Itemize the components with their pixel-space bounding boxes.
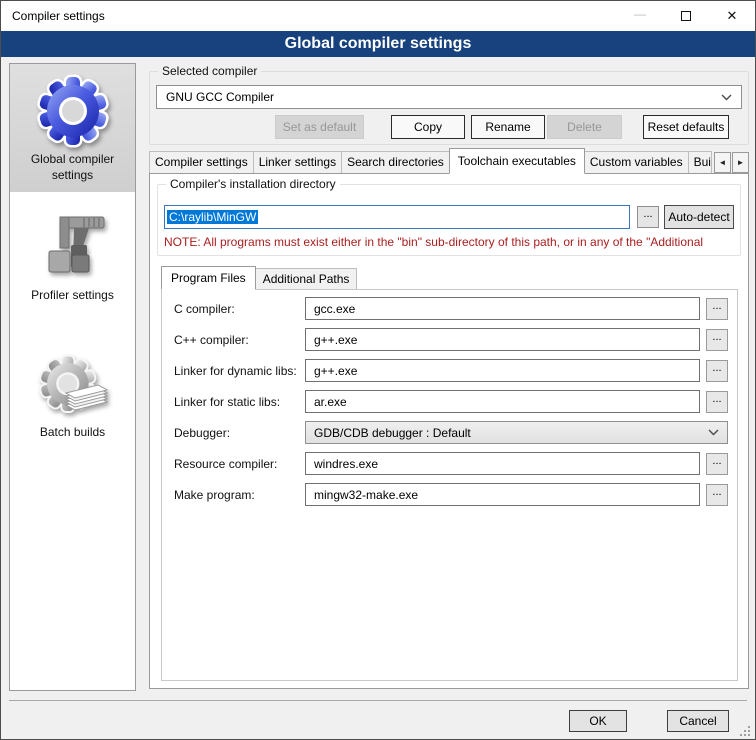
- field-label: Linker for dynamic libs:: [174, 364, 305, 378]
- selected-compiler-group: Selected compiler GNU GCC Compiler Set a…: [149, 71, 749, 145]
- left-arrow-icon: ◄: [719, 158, 727, 167]
- tab-linker-settings[interactable]: Linker settings: [253, 151, 342, 173]
- program-files-page: C compiler: gcc.exe ... C++ compiler: g+…: [161, 289, 738, 681]
- sidebar-item-label: Batch builds: [40, 425, 105, 439]
- page-title: Global compiler settings: [1, 31, 755, 57]
- browse-button[interactable]: ...: [706, 360, 728, 382]
- chevron-down-icon: [708, 429, 719, 436]
- cpp-compiler-input[interactable]: g++.exe: [305, 328, 700, 351]
- chevron-down-icon: [721, 94, 732, 101]
- field-row-static-linker: Linker for static libs: ar.exe ...: [174, 390, 728, 413]
- sidebar-item-batch-builds[interactable]: Batch builds: [10, 337, 135, 450]
- installation-directory-group: Compiler's installation directory C:\ray…: [157, 184, 741, 256]
- toolchain-executables-panel: Compiler's installation directory C:\ray…: [149, 173, 749, 689]
- tab-scroll-buttons: ◄ ►: [714, 152, 749, 173]
- cancel-button[interactable]: Cancel: [667, 710, 729, 732]
- window-title: Compiler settings: [12, 9, 105, 23]
- installation-directory-row: C:\raylib\MinGW ... Auto-detect: [164, 205, 734, 229]
- field-row-debugger: Debugger: GDB/CDB debugger : Default: [174, 421, 728, 444]
- programs-subtabs: Program Files Additional Paths: [161, 265, 738, 289]
- tab-toolchain-executables[interactable]: Toolchain executables: [449, 148, 585, 174]
- programs-notebook: Program Files Additional Paths C compile…: [161, 265, 738, 681]
- field-label: C compiler:: [174, 302, 305, 316]
- browse-button[interactable]: ...: [706, 484, 728, 506]
- subtab-program-files[interactable]: Program Files: [161, 266, 256, 290]
- footer-separator: [9, 700, 747, 701]
- maximize-icon: [681, 11, 691, 21]
- compiler-combobox[interactable]: GNU GCC Compiler: [156, 85, 742, 109]
- sidebar-item-label: Profiler settings: [31, 288, 114, 302]
- field-label: Make program:: [174, 488, 305, 502]
- settings-category-list: Global compiler settings Profiler settin…: [9, 63, 136, 691]
- rename-button[interactable]: Rename: [471, 115, 545, 139]
- browse-directory-button[interactable]: ...: [637, 206, 659, 228]
- set-as-default-button[interactable]: Set as default: [275, 115, 364, 139]
- field-label: Linker for static libs:: [174, 395, 305, 409]
- field-label: C++ compiler:: [174, 333, 305, 347]
- field-label: Debugger:: [174, 426, 305, 440]
- compiler-buttons-row: Set as default Copy Rename Delete Reset …: [156, 115, 742, 139]
- window-controls: — ✕: [617, 1, 755, 31]
- field-row-dynamic-linker: Linker for dynamic libs: g++.exe ...: [174, 359, 728, 382]
- c-compiler-input[interactable]: gcc.exe: [305, 297, 700, 320]
- maximize-button[interactable]: [663, 1, 709, 31]
- compiler-settings-dialog: Compiler settings — ✕ Global compiler se…: [0, 0, 756, 740]
- debugger-select-value: GDB/CDB debugger : Default: [314, 426, 471, 440]
- sidebar-item-profiler-settings[interactable]: Profiler settings: [10, 200, 135, 313]
- close-button[interactable]: ✕: [709, 1, 755, 31]
- caliper-icon: [36, 210, 110, 284]
- subtab-additional-paths[interactable]: Additional Paths: [255, 268, 358, 289]
- installation-directory-input[interactable]: C:\raylib\MinGW: [164, 205, 630, 229]
- note-text: NOTE: All programs must exist either in …: [164, 235, 734, 249]
- footer-buttons: OK Cancel: [569, 710, 729, 732]
- sidebar-item-global-compiler-settings[interactable]: Global compiler settings: [10, 64, 135, 192]
- tab-custom-variables[interactable]: Custom variables: [584, 151, 689, 173]
- resize-grip[interactable]: [740, 726, 742, 728]
- right-arrow-icon: ►: [737, 158, 745, 167]
- dialog-body: Global compiler settings Profiler settin…: [1, 57, 755, 740]
- main-panel: Selected compiler GNU GCC Compiler Set a…: [149, 63, 749, 689]
- compiler-combobox-value: GNU GCC Compiler: [166, 90, 274, 104]
- minimize-button[interactable]: —: [617, 1, 663, 31]
- settings-tabstrip: Compiler settings Linker settings Search…: [149, 147, 749, 173]
- tab-scroll-right-button[interactable]: ►: [732, 152, 749, 173]
- tab-compiler-settings[interactable]: Compiler settings: [149, 151, 254, 173]
- resource-compiler-input[interactable]: windres.exe: [305, 452, 700, 475]
- titlebar: Compiler settings — ✕: [1, 1, 755, 31]
- auto-detect-button[interactable]: Auto-detect: [664, 205, 734, 229]
- reset-defaults-button[interactable]: Reset defaults: [643, 115, 729, 139]
- sidebar-item-label: Global compiler settings: [31, 152, 114, 182]
- field-label: Resource compiler:: [174, 457, 305, 471]
- field-row-make-program: Make program: mingw32-make.exe ...: [174, 483, 728, 506]
- browse-button[interactable]: ...: [706, 298, 728, 320]
- blue-gear-icon: [36, 74, 110, 148]
- group-label: Compiler's installation directory: [166, 177, 340, 191]
- ok-button[interactable]: OK: [569, 710, 627, 732]
- make-program-input[interactable]: mingw32-make.exe: [305, 483, 700, 506]
- tab-search-directories[interactable]: Search directories: [341, 151, 450, 173]
- gray-gear-stack-icon: [36, 347, 110, 421]
- static-linker-input[interactable]: ar.exe: [305, 390, 700, 413]
- copy-button[interactable]: Copy: [391, 115, 465, 139]
- selected-path-text: C:\raylib\MinGW: [167, 210, 258, 224]
- dynamic-linker-input[interactable]: g++.exe: [305, 359, 700, 382]
- tab-build-options[interactable]: Build o: [688, 151, 712, 173]
- delete-button[interactable]: Delete: [547, 115, 622, 139]
- debugger-select[interactable]: GDB/CDB debugger : Default: [305, 421, 728, 444]
- tab-scroll-left-button[interactable]: ◄: [714, 152, 731, 173]
- browse-button[interactable]: ...: [706, 329, 728, 351]
- browse-button[interactable]: ...: [706, 453, 728, 475]
- browse-button[interactable]: ...: [706, 391, 728, 413]
- close-icon: ✕: [727, 8, 738, 24]
- field-row-c-compiler: C compiler: gcc.exe ...: [174, 297, 728, 320]
- group-label: Selected compiler: [158, 64, 261, 78]
- minimize-icon: —: [634, 7, 646, 21]
- field-row-cpp-compiler: C++ compiler: g++.exe ...: [174, 328, 728, 351]
- field-row-resource-compiler: Resource compiler: windres.exe ...: [174, 452, 728, 475]
